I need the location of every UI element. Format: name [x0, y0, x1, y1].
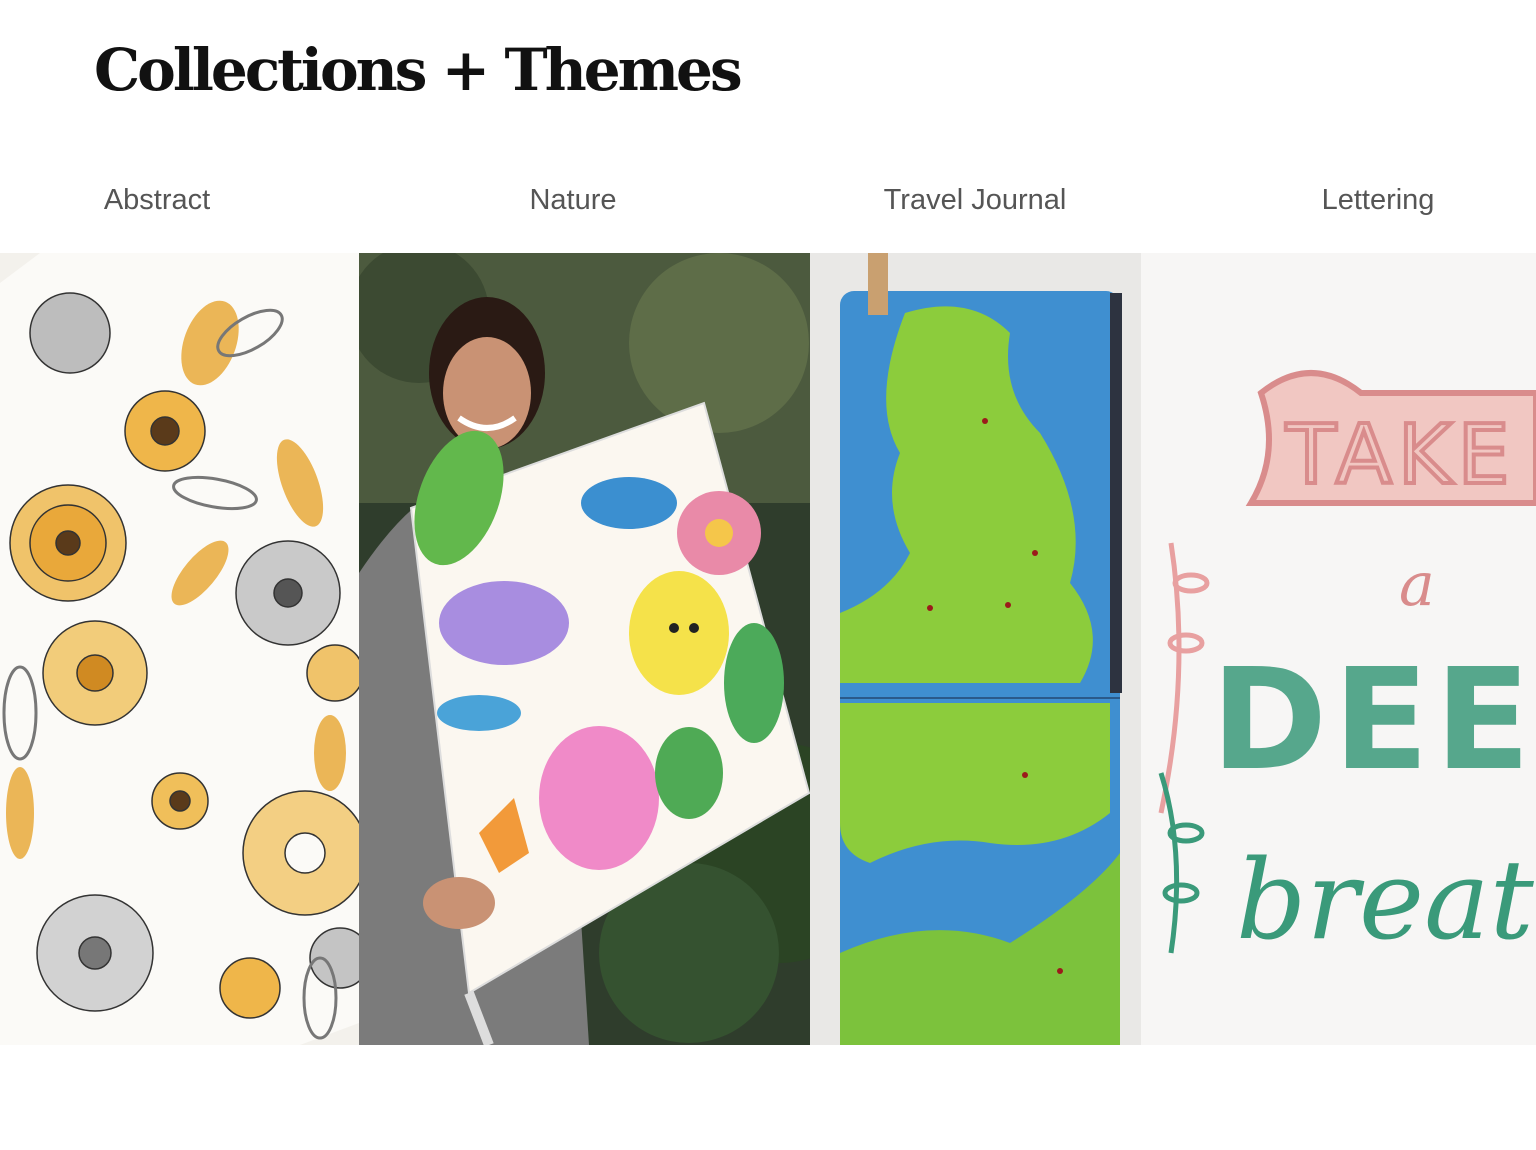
tab-abstract[interactable]: Abstract: [104, 180, 210, 220]
abstract-collection-image[interactable]: [0, 253, 359, 1045]
tab-travel-journal[interactable]: Travel Journal: [884, 180, 1067, 220]
lettering-collection-image[interactable]: TAKE a DEE breat: [1141, 253, 1536, 1045]
svg-text:DEE: DEE: [1211, 639, 1536, 802]
svg-text:TAKE: TAKE: [1285, 408, 1515, 503]
tab-lettering[interactable]: Lettering: [1322, 180, 1435, 220]
svg-text:a: a: [1399, 550, 1435, 620]
nature-collection-image[interactable]: [359, 253, 810, 1045]
lettering-artwork: TAKE a DEE breat: [1141, 253, 1536, 1045]
collection-gallery: TAKE a DEE breat: [0, 253, 1536, 1045]
collection-tabs: Abstract Nature Travel Journal Lettering: [0, 180, 1536, 220]
page-title: Collections + Themes: [94, 36, 743, 104]
svg-text:breat: breat: [1236, 836, 1535, 964]
tab-nature[interactable]: Nature: [529, 180, 616, 220]
travel-journal-map-art: [810, 253, 1141, 1045]
abstract-watercolor-art: [0, 253, 359, 1045]
travel-journal-collection-image[interactable]: [810, 253, 1141, 1045]
nature-kite-photo: [359, 253, 810, 1045]
